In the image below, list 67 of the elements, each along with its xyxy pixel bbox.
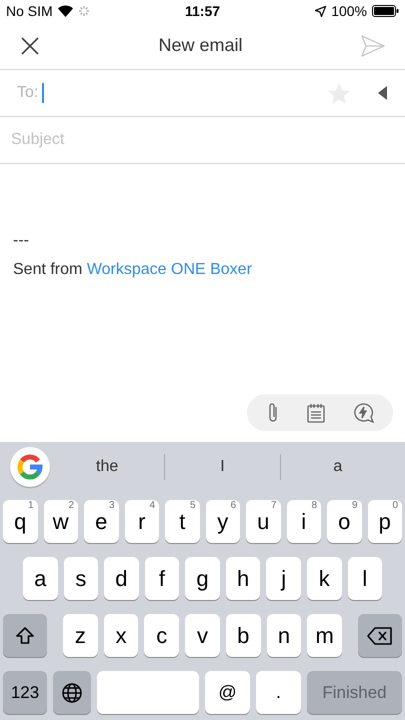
location-icon bbox=[315, 6, 326, 16]
key[interactable]: j bbox=[266, 557, 301, 600]
wifi-icon bbox=[58, 5, 73, 17]
battery-icon bbox=[372, 5, 400, 17]
backspace-key[interactable] bbox=[358, 614, 402, 657]
key[interactable]: k bbox=[306, 557, 342, 600]
key[interactable]: a bbox=[23, 557, 58, 600]
key[interactable]: m bbox=[307, 614, 342, 657]
key[interactable]: x bbox=[104, 614, 138, 657]
key[interactable]: r 4 bbox=[124, 500, 159, 543]
key[interactable]: p 0 bbox=[368, 500, 402, 543]
key[interactable]: c bbox=[144, 614, 180, 657]
key[interactable]: i 8 bbox=[286, 500, 321, 543]
key[interactable]: w 2 bbox=[44, 500, 78, 543]
key-hint: 9 bbox=[352, 501, 358, 511]
lightning-bubble-icon[interactable] bbox=[352, 402, 374, 422]
key-hint: 5 bbox=[190, 501, 196, 511]
signature-text: Sent from bbox=[13, 261, 82, 278]
key[interactable]: . bbox=[256, 671, 301, 714]
key[interactable]: @ bbox=[205, 671, 250, 714]
shift-icon bbox=[15, 626, 35, 646]
key[interactable]: n bbox=[266, 614, 302, 657]
to-label: To: bbox=[17, 83, 38, 103]
suggestion[interactable]: I bbox=[165, 447, 280, 487]
key[interactable]: d bbox=[104, 557, 139, 600]
key[interactable]: z bbox=[63, 614, 98, 657]
globe-icon bbox=[61, 682, 83, 704]
google-button[interactable] bbox=[10, 447, 50, 487]
key[interactable]: y 6 bbox=[206, 500, 240, 543]
key[interactable]: g bbox=[185, 557, 220, 600]
close-button[interactable] bbox=[20, 36, 40, 56]
key[interactable]: o 9 bbox=[327, 500, 362, 543]
key[interactable]: v bbox=[185, 614, 220, 657]
screen-title: New email bbox=[158, 34, 243, 57]
backspace-icon bbox=[367, 626, 394, 644]
key-hint: 2 bbox=[68, 501, 74, 511]
clock-text: 11:57 bbox=[184, 2, 220, 20]
shift-key[interactable] bbox=[3, 614, 47, 657]
key[interactable]: b bbox=[226, 614, 261, 657]
suggestion[interactable]: a bbox=[280, 447, 395, 487]
key-hint: 3 bbox=[108, 501, 114, 511]
key-hint: 0 bbox=[392, 501, 398, 511]
key[interactable]: t 5 bbox=[165, 500, 200, 543]
subject-field[interactable]: Subject bbox=[11, 128, 394, 152]
key-hint: 8 bbox=[311, 501, 317, 511]
globe-key[interactable] bbox=[53, 671, 91, 714]
carrier-text: No SIM bbox=[6, 2, 53, 20]
battery-text: 100% bbox=[331, 2, 368, 20]
key[interactable]: f bbox=[144, 557, 180, 600]
signature-separator: --- bbox=[13, 231, 30, 251]
key[interactable]: h bbox=[226, 557, 260, 600]
key-hint: 6 bbox=[230, 501, 236, 511]
collapse-arrow-icon[interactable] bbox=[378, 86, 387, 100]
text-cursor bbox=[42, 83, 44, 103]
key-hint: 7 bbox=[270, 501, 276, 511]
key-hint: 4 bbox=[149, 501, 155, 511]
key[interactable]: u 7 bbox=[246, 500, 280, 543]
suggestion[interactable]: the bbox=[50, 447, 164, 487]
key[interactable]: q 1 bbox=[3, 500, 38, 543]
key-hint: 1 bbox=[28, 501, 34, 511]
numbers-key[interactable]: 123 bbox=[3, 671, 47, 714]
key[interactable]: e 3 bbox=[84, 500, 118, 543]
key[interactable]: l bbox=[348, 557, 382, 600]
google-logo-icon bbox=[17, 454, 43, 480]
key[interactable]: s bbox=[64, 557, 98, 600]
calendar-icon[interactable] bbox=[306, 402, 326, 422]
spinner-icon bbox=[78, 5, 90, 17]
